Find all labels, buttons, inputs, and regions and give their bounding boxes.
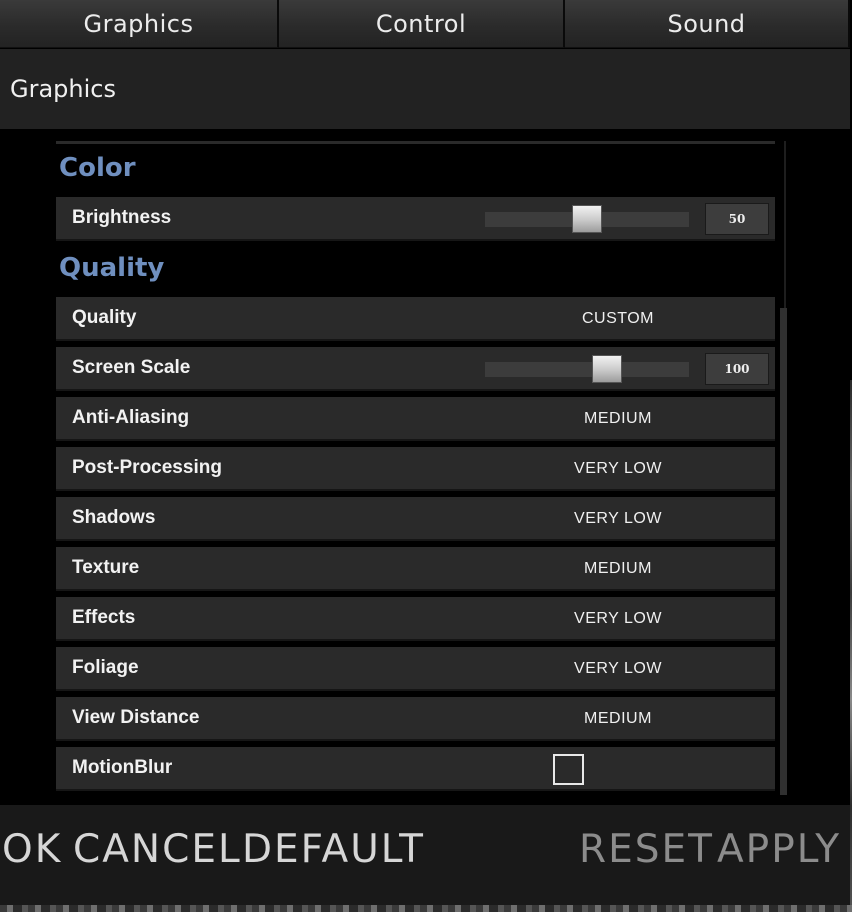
divider bbox=[56, 141, 775, 144]
quality-selector[interactable]: CUSTOM bbox=[508, 297, 728, 339]
page-title: Graphics bbox=[0, 49, 850, 129]
setting-label: Shadows bbox=[72, 507, 156, 528]
background-scenery-bottom bbox=[0, 905, 852, 912]
cancel-button[interactable]: CANCEL bbox=[73, 827, 242, 873]
tab-sound[interactable]: Sound bbox=[565, 0, 850, 48]
shadows-selector[interactable]: VERY LOW bbox=[508, 497, 728, 539]
screen-scale-value: 100 bbox=[705, 353, 769, 385]
slider-thumb[interactable] bbox=[592, 355, 622, 383]
motion-blur-checkbox[interactable] bbox=[553, 754, 584, 785]
setting-label: Foliage bbox=[72, 657, 139, 678]
setting-label: View Distance bbox=[72, 707, 200, 728]
setting-row-screen-scale: Screen Scale 100 bbox=[56, 347, 775, 391]
screen-scale-slider[interactable] bbox=[485, 355, 689, 383]
setting-row-shadows: Shadows VERY LOW bbox=[56, 497, 775, 541]
setting-row-quality: Quality CUSTOM bbox=[56, 297, 775, 341]
slider-thumb[interactable] bbox=[572, 205, 602, 233]
footer-bar: OK CANCEL DEFAULT RESET APPLY bbox=[0, 805, 850, 905]
brightness-slider[interactable] bbox=[485, 205, 689, 233]
brightness-value: 50 bbox=[705, 203, 769, 235]
tab-graphics[interactable]: Graphics bbox=[0, 0, 279, 48]
settings-scroll-panel[interactable]: Color Brightness 50 Quality Quality CUST… bbox=[0, 129, 850, 805]
setting-label: Quality bbox=[72, 307, 137, 328]
group-title-color: Color bbox=[59, 153, 136, 183]
setting-row-motion-blur: MotionBlur bbox=[56, 747, 775, 791]
view-distance-selector[interactable]: MEDIUM bbox=[508, 697, 728, 739]
post-processing-selector[interactable]: VERY LOW bbox=[508, 447, 728, 489]
apply-button[interactable]: APPLY bbox=[717, 827, 841, 873]
scrollbar-track bbox=[784, 141, 786, 308]
group-title-quality: Quality bbox=[59, 253, 165, 283]
ok-button[interactable]: OK bbox=[2, 827, 62, 873]
setting-row-texture: Texture MEDIUM bbox=[56, 547, 775, 591]
setting-label: Effects bbox=[72, 607, 136, 628]
tab-control[interactable]: Control bbox=[279, 0, 565, 48]
setting-row-view-distance: View Distance MEDIUM bbox=[56, 697, 775, 741]
setting-label: Texture bbox=[72, 557, 140, 578]
setting-label: MotionBlur bbox=[72, 757, 173, 778]
setting-row-foliage: Foliage VERY LOW bbox=[56, 647, 775, 691]
tab-bar: Graphics Control Sound bbox=[0, 0, 850, 48]
setting-label: Brightness bbox=[72, 207, 172, 228]
texture-selector[interactable]: MEDIUM bbox=[508, 547, 728, 589]
reset-button[interactable]: RESET bbox=[579, 827, 714, 873]
scrollbar-thumb[interactable] bbox=[780, 308, 787, 795]
effects-selector[interactable]: VERY LOW bbox=[508, 597, 728, 639]
anti-aliasing-selector[interactable]: MEDIUM bbox=[508, 397, 728, 439]
setting-row-brightness: Brightness 50 bbox=[56, 197, 775, 241]
setting-row-post-processing: Post-Processing VERY LOW bbox=[56, 447, 775, 491]
setting-label: Anti-Aliasing bbox=[72, 407, 190, 428]
setting-row-effects: Effects VERY LOW bbox=[56, 597, 775, 641]
setting-label: Post-Processing bbox=[72, 457, 222, 478]
setting-label: Screen Scale bbox=[72, 357, 191, 378]
default-button[interactable]: DEFAULT bbox=[242, 827, 425, 873]
setting-row-anti-aliasing: Anti-Aliasing MEDIUM bbox=[56, 397, 775, 441]
foliage-selector[interactable]: VERY LOW bbox=[508, 647, 728, 689]
